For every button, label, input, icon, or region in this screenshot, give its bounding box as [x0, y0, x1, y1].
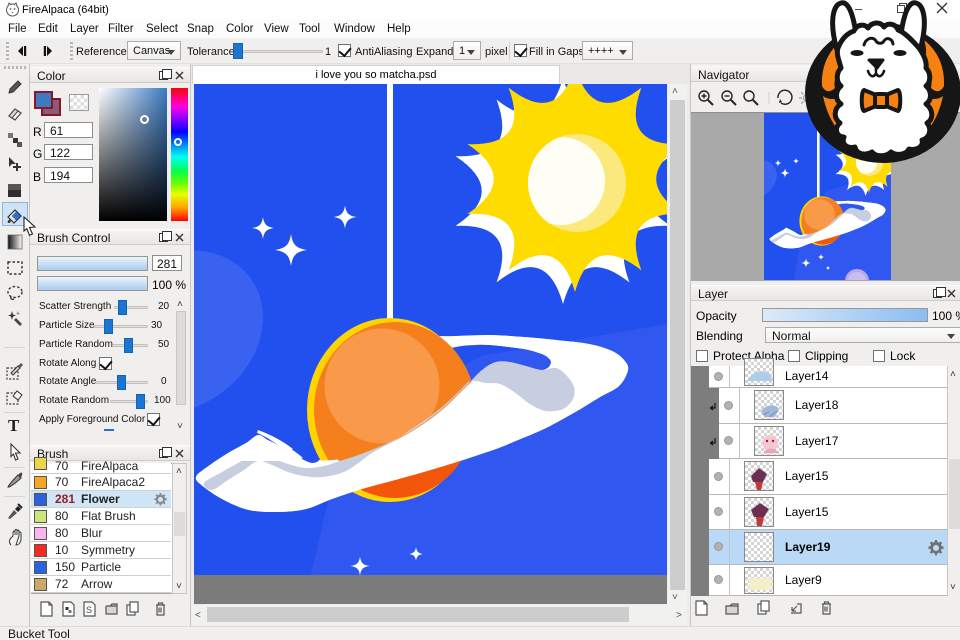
svg-text:S: S [86, 605, 92, 615]
